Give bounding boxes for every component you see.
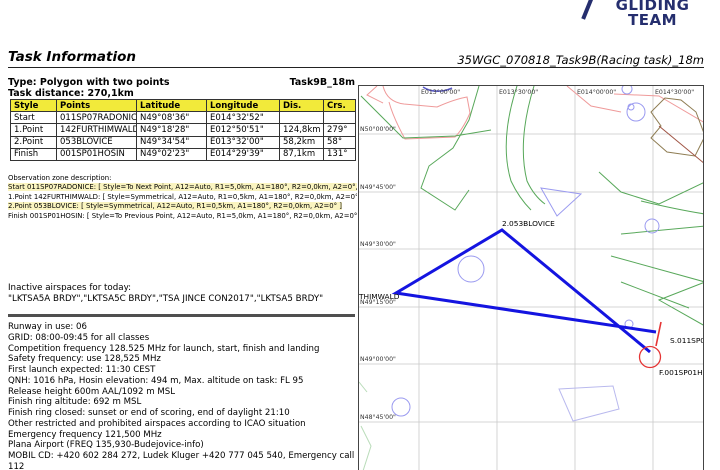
inactive-airspaces-section: Inactive airspaces for today: "LKTSA5A B… xyxy=(8,283,355,304)
cell-crs xyxy=(324,112,356,124)
cell-lon: E013°32'00" xyxy=(207,136,280,148)
turnpoint-table: Style Points Latitude Longitude Dis. Crs… xyxy=(10,99,356,161)
table-row: 2.Point 053BLOVICE N49°34'54" E013°32'00… xyxy=(11,136,356,148)
cell-lon: E012°50'51" xyxy=(207,124,280,136)
obs-line-start: Start 011SP07RADONICE: [ Style=To Next P… xyxy=(8,183,357,192)
lat-label: N49°30'00" xyxy=(360,240,396,248)
map-graticule xyxy=(359,86,704,470)
document-title: 35WGC_070818_Task9B(Racing task)_18m xyxy=(340,53,704,67)
cell-point: 011SP07RADONICE xyxy=(57,112,137,124)
section-divider xyxy=(8,314,355,317)
cell-dis: 87,1km xyxy=(280,148,324,160)
cell-point: 142FURTHIMWALD xyxy=(57,124,137,136)
cell-point: 053BLOVICE xyxy=(57,136,137,148)
obs-line-point1: 1.Point 142FURTHIMWALD: [ Style=Symmetri… xyxy=(8,193,357,202)
briefing-emergency-number: 112 xyxy=(8,462,357,470)
lat-label: N50°00'00" xyxy=(360,125,396,133)
waypoint-label-start: S.011SP07 xyxy=(670,336,704,345)
lat-label: N49°00'00" xyxy=(360,355,396,363)
table-row: Start 011SP07RADONICE N49°08'36" E014°32… xyxy=(11,112,356,124)
briefing-plana-airport: Plana Airport (FREQ 135,930-Budejovice-i… xyxy=(8,440,357,451)
cell-crs: 58° xyxy=(324,136,356,148)
cell-style: Start xyxy=(11,112,57,124)
col-longitude: Longitude xyxy=(207,100,280,112)
col-points: Points xyxy=(57,100,137,112)
lon-label: E013°00'00" xyxy=(421,88,460,96)
cell-lat: N49°02'23" xyxy=(137,148,207,160)
gliding-team-logo: GLIDING TEAM xyxy=(570,0,710,36)
observation-zone-section: Observation zone description: Start 011S… xyxy=(8,174,357,221)
waypoint-label-finish: F.001SP01HOS xyxy=(659,368,704,377)
task-sheet-page: GLIDING TEAM Task Information 35WGC_0708… xyxy=(0,0,720,470)
briefing-finish-ring-closed: Finish ring closed: sunset or end of sco… xyxy=(8,408,357,419)
waypoint-label-furthimwald: THIMWALD xyxy=(359,292,400,301)
page-title: Task Information xyxy=(8,49,136,65)
observation-zone-title: Observation zone description: xyxy=(8,174,357,183)
briefing-emergency-frequency: Emergency frequency 121,500 MHz xyxy=(8,430,357,441)
obs-line-point2: 2.Point 053BLOVICE: [ Style=Symmetrical,… xyxy=(8,202,357,211)
airspace-brown-diagonal xyxy=(659,126,704,164)
cell-dis: 124,8km xyxy=(280,124,324,136)
cell-lon: E014°29'39" xyxy=(207,148,280,160)
col-latitude: Latitude xyxy=(137,100,207,112)
task-legs xyxy=(396,230,656,352)
logo-slash-icon xyxy=(581,0,594,20)
briefing-release-height: Release height 600m AAL/1092 m MSL xyxy=(8,387,357,398)
lon-label: E013°30'00" xyxy=(499,88,538,96)
inactive-airspaces-title: Inactive airspaces for today: xyxy=(8,283,355,294)
obs-line-finish: Finish 001SP01HOSIN: [ Style=To Previous… xyxy=(8,212,357,221)
briefing-first-launch: First launch expected: 11:30 CEST xyxy=(8,365,357,376)
table-row: Finish 001SP01HOSIN N49°02'23" E014°29'3… xyxy=(11,148,356,160)
cell-crs: 131° xyxy=(324,148,356,160)
airspace-violet-quad-outline xyxy=(559,386,619,421)
briefing-runway: Runway in use: 06 xyxy=(8,322,357,333)
table-header-row: Style Points Latitude Longitude Dis. Crs… xyxy=(11,100,356,112)
cell-style: 1.Point xyxy=(11,124,57,136)
cell-style: 2.Point xyxy=(11,136,57,148)
briefing-competition-frequency: Competition frequency 128.525 MHz for la… xyxy=(8,344,357,355)
briefing-mobil-cd: MOBIL CD: +420 602 284 272, Ludek Kluger… xyxy=(8,451,357,462)
header-rule xyxy=(8,67,704,68)
waypoint-label-blovice: 2.053BLOVICE xyxy=(502,219,555,228)
lon-label: E014°30'00" xyxy=(655,88,694,96)
cell-dis: 58,2km xyxy=(280,136,324,148)
inactive-airspaces-list: "LKTSA5A BRDY","LKTSA5C BRDY","TSA JINCE… xyxy=(8,294,355,305)
cell-crs: 279° xyxy=(324,124,356,136)
cell-lat: N49°34'54" xyxy=(137,136,207,148)
cell-point: 001SP01HOSIN xyxy=(57,148,137,160)
briefing-grid: GRID: 08:00-09:45 for all classes xyxy=(8,333,357,344)
col-dis: Dis. xyxy=(280,100,324,112)
cell-lat: N49°08'36" xyxy=(137,112,207,124)
logo-text-team: TEAM xyxy=(600,11,705,29)
airspace-overlays xyxy=(359,86,704,470)
briefing-safety-frequency: Safety frequency: use 128,525 MHz xyxy=(8,354,357,365)
col-crs: Crs. xyxy=(324,100,356,112)
task-name: Task9B_18m xyxy=(290,77,355,88)
airspace-green-band-outline xyxy=(506,86,545,210)
task-type-label: Type: Polygon with two points xyxy=(8,77,170,88)
airspace-green-pale-outline xyxy=(359,382,371,470)
cell-lon: E014°32'52" xyxy=(207,112,280,124)
airspace-green-east-outline xyxy=(599,172,704,214)
lon-label: E014°00'00" xyxy=(577,88,616,96)
lat-label: N49°45'00" xyxy=(360,183,396,191)
briefing-other-airspaces: Other restricted and prohibited airspace… xyxy=(8,419,357,430)
map-waypoint-labels: 2.053BLOVICE THIMWALD S.011SP07 F.001SP0… xyxy=(359,219,704,377)
airspace-green-center-outline xyxy=(421,86,479,210)
table-row: 1.Point 142FURTHIMWALD N49°18'28" E012°5… xyxy=(11,124,356,136)
briefing-finish-ring-altitude: Finish ring altitude: 692 m MSL xyxy=(8,397,357,408)
briefing-section: Runway in use: 06 GRID: 08:00-09:45 for … xyxy=(8,322,357,470)
start-gate-line xyxy=(656,322,661,346)
task-type-row: Type: Polygon with two points Task9B_18m xyxy=(8,77,355,88)
cell-dis xyxy=(280,112,324,124)
cell-style: Finish xyxy=(11,148,57,160)
task-distance-label: Task distance: 270,1km xyxy=(8,88,134,99)
col-style: Style xyxy=(11,100,57,112)
cell-lat: N49°18'28" xyxy=(137,124,207,136)
task-map: E013°00'00" E013°30'00" E014°00'00" E014… xyxy=(358,85,704,470)
lat-label: N48°45'00" xyxy=(360,413,396,421)
airspace-green-southeast-outline xyxy=(611,226,704,326)
briefing-qnh: QNH: 1016 hPa, Hosin elevation: 494 m, M… xyxy=(8,376,357,387)
